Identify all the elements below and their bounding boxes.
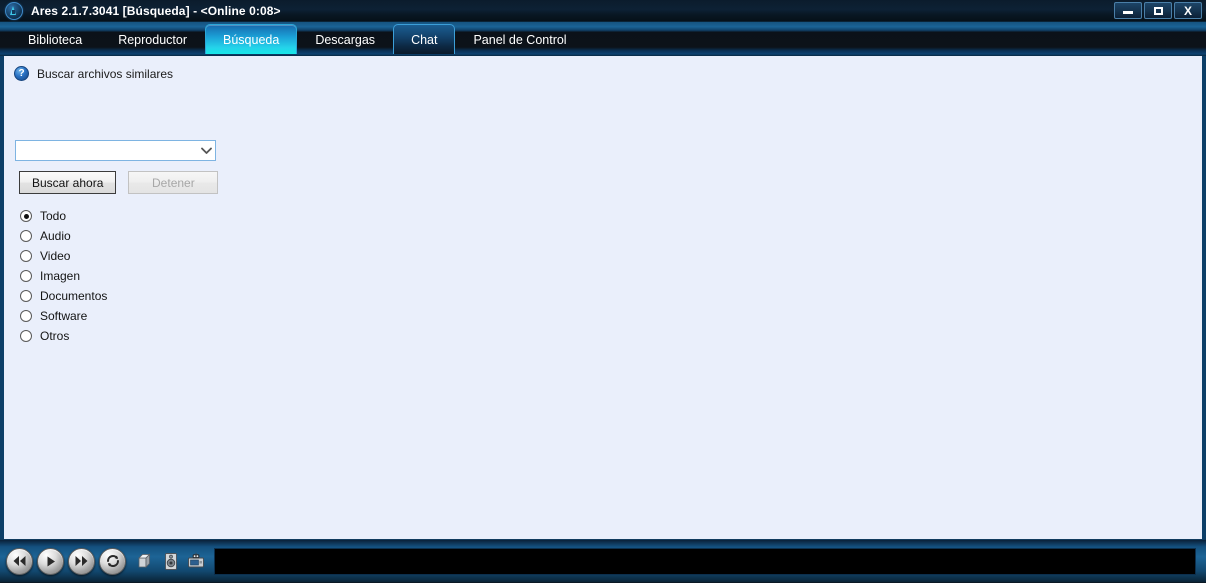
tab-label: Búsqueda bbox=[223, 32, 280, 47]
minimize-icon bbox=[1123, 11, 1133, 14]
previous-icon bbox=[13, 556, 26, 566]
filter-radio-group: Todo Audio Video Imagen Documentos Softw… bbox=[20, 206, 107, 346]
tab-panel-de-control[interactable]: Panel de Control bbox=[455, 24, 584, 54]
repeat-button[interactable] bbox=[99, 547, 126, 575]
package-button[interactable] bbox=[135, 550, 157, 572]
search-panel-inner: ? Buscar archivos similares Buscar ahora… bbox=[4, 56, 1202, 539]
help-icon[interactable]: ? bbox=[14, 66, 29, 81]
filter-label: Otros bbox=[40, 329, 70, 343]
stop-button: Detener bbox=[128, 171, 219, 194]
tab-biblioteca[interactable]: Biblioteca bbox=[10, 24, 100, 54]
window-title: Ares 2.1.7.3041 [Búsqueda] - <Online 0:0… bbox=[31, 3, 281, 18]
filter-label: Imagen bbox=[40, 269, 81, 283]
tab-label: Descargas bbox=[315, 32, 376, 47]
filter-label: Audio bbox=[40, 229, 71, 243]
ares-logo-icon bbox=[5, 1, 23, 20]
search-hint-label: Buscar archivos similares bbox=[37, 66, 174, 81]
search-actions: Buscar ahora Detener bbox=[19, 171, 219, 194]
tab-chat[interactable]: Chat bbox=[393, 24, 456, 54]
close-icon: X bbox=[1183, 3, 1192, 18]
search-panel: ? Buscar archivos similares Buscar ahora… bbox=[0, 56, 1206, 539]
filter-todo[interactable]: Todo bbox=[20, 206, 107, 226]
next-button[interactable] bbox=[68, 547, 95, 575]
tab-strip: Biblioteca Reproductor Búsqueda Descarga… bbox=[0, 22, 585, 56]
bottom-toolbar bbox=[0, 539, 1206, 582]
filter-otros[interactable]: Otros bbox=[20, 326, 107, 346]
next-icon bbox=[75, 556, 88, 566]
maximize-button[interactable] bbox=[1144, 2, 1172, 19]
filter-video[interactable]: Video bbox=[20, 246, 107, 266]
package-icon bbox=[138, 553, 151, 568]
radio-icon bbox=[20, 210, 32, 222]
filter-label: Software bbox=[40, 309, 88, 323]
speaker-icon bbox=[165, 552, 177, 570]
tab-reproductor[interactable]: Reproductor bbox=[100, 24, 205, 54]
chevron-down-icon[interactable] bbox=[197, 147, 215, 155]
tab-label: Panel de Control bbox=[473, 32, 567, 47]
minimize-button[interactable] bbox=[1114, 2, 1142, 19]
search-input[interactable] bbox=[15, 140, 216, 161]
radio-icon bbox=[20, 250, 32, 262]
filter-label: Documentos bbox=[40, 289, 108, 303]
tab-descargas[interactable]: Descargas bbox=[297, 24, 393, 54]
filter-label: Todo bbox=[40, 209, 67, 223]
tab-label: Reproductor bbox=[118, 32, 187, 47]
search-hint: ? Buscar archivos similares bbox=[14, 66, 173, 81]
radio-icon bbox=[20, 330, 32, 342]
media-controls bbox=[0, 540, 210, 583]
search-now-label: Buscar ahora bbox=[32, 175, 104, 190]
window-controls: X bbox=[1112, 2, 1206, 20]
radio-icon bbox=[20, 290, 32, 302]
previous-button[interactable] bbox=[6, 547, 33, 575]
play-icon bbox=[47, 556, 55, 566]
stop-label: Detener bbox=[152, 175, 195, 190]
robot-button[interactable] bbox=[185, 550, 207, 572]
tab-label: Biblioteca bbox=[28, 32, 83, 47]
filter-audio[interactable]: Audio bbox=[20, 226, 107, 246]
maximize-icon bbox=[1153, 6, 1163, 15]
title-bar: Ares 2.1.7.3041 [Búsqueda] - <Online 0:0… bbox=[0, 0, 1206, 22]
filter-imagen[interactable]: Imagen bbox=[20, 266, 107, 286]
radio-icon bbox=[20, 310, 32, 322]
search-now-button[interactable]: Buscar ahora bbox=[19, 171, 117, 194]
ares-window: Ares 2.1.7.3041 [Búsqueda] - <Online 0:0… bbox=[0, 0, 1206, 582]
filter-label: Video bbox=[40, 249, 71, 263]
filter-software[interactable]: Software bbox=[20, 306, 107, 326]
radio-icon bbox=[20, 270, 32, 282]
nav-bar: Biblioteca Reproductor Búsqueda Descarga… bbox=[0, 22, 1206, 56]
title-bar-left: Ares 2.1.7.3041 [Búsqueda] - <Online 0:0… bbox=[0, 1, 1112, 20]
filter-documentos[interactable]: Documentos bbox=[20, 286, 107, 306]
speaker-button[interactable] bbox=[160, 550, 182, 572]
close-button[interactable]: X bbox=[1174, 2, 1202, 19]
tab-label: Chat bbox=[411, 32, 438, 47]
status-bar bbox=[214, 547, 1196, 575]
play-button[interactable] bbox=[37, 547, 64, 575]
radio-icon bbox=[20, 230, 32, 242]
tab-busqueda[interactable]: Búsqueda bbox=[205, 24, 298, 54]
repeat-icon bbox=[106, 555, 119, 567]
robot-icon bbox=[188, 552, 204, 568]
